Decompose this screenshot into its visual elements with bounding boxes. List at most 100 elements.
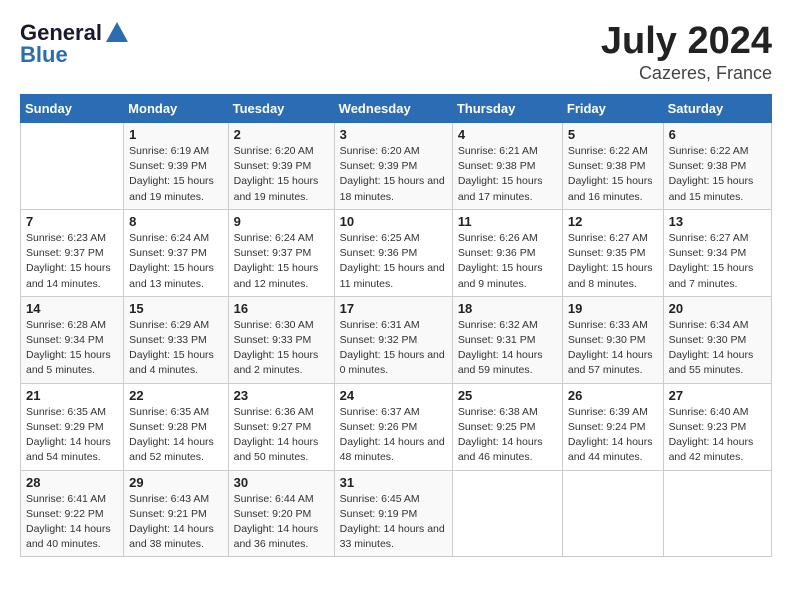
- day-number: 17: [340, 301, 447, 316]
- day-info: Sunrise: 6:33 AMSunset: 9:30 PMDaylight:…: [568, 318, 658, 379]
- day-cell: 16 Sunrise: 6:30 AMSunset: 9:33 PMDayligh…: [228, 296, 334, 383]
- day-number: 24: [340, 388, 447, 403]
- day-cell: [21, 123, 124, 210]
- day-cell: 15Sunrise: 6:29 AMSunset: 9:33 PMDayligh…: [124, 296, 228, 383]
- day-cell: 2 Sunrise: 6:20 AMSunset: 9:39 PMDaylight…: [228, 123, 334, 210]
- header-row: SundayMondayTuesdayWednesdayThursdayFrid…: [21, 95, 772, 123]
- day-info: Sunrise: 6:38 AMSunset: 9:25 PMDaylight:…: [458, 405, 557, 466]
- day-info: Sunrise: 6:24 AMSunset: 9:37 PMDaylight:…: [129, 231, 222, 292]
- header-tuesday: Tuesday: [228, 95, 334, 123]
- day-number: 12: [568, 214, 658, 229]
- day-cell: 21 Sunrise: 6:35 AMSunset: 9:29 PMDayligh…: [21, 383, 124, 470]
- day-info: Sunrise: 6:41 AMSunset: 9:22 PMDaylight:…: [26, 492, 118, 553]
- header-friday: Friday: [562, 95, 663, 123]
- day-info: Sunrise: 6:36 AMSunset: 9:27 PMDaylight:…: [234, 405, 329, 466]
- day-cell: 18 Sunrise: 6:32 AMSunset: 9:31 PMDayligh…: [452, 296, 562, 383]
- day-number: 5: [568, 127, 658, 142]
- day-cell: 26 Sunrise: 6:39 AMSunset: 9:24 PMDayligh…: [562, 383, 663, 470]
- day-cell: 17 Sunrise: 6:31 AMSunset: 9:32 PMDayligh…: [334, 296, 452, 383]
- day-cell: 12 Sunrise: 6:27 AMSunset: 9:35 PMDayligh…: [562, 209, 663, 296]
- day-cell: 30 Sunrise: 6:44 AMSunset: 9:20 PMDayligh…: [228, 470, 334, 557]
- day-number: 16: [234, 301, 329, 316]
- day-info: Sunrise: 6:26 AMSunset: 9:36 PMDaylight:…: [458, 231, 557, 292]
- week-row-2: 14Sunrise: 6:28 AMSunset: 9:34 PMDayligh…: [21, 296, 772, 383]
- day-cell: 14Sunrise: 6:28 AMSunset: 9:34 PMDayligh…: [21, 296, 124, 383]
- day-number: 28: [26, 475, 118, 490]
- day-info: Sunrise: 6:23 AMSunset: 9:37 PMDaylight:…: [26, 231, 118, 292]
- day-number: 10: [340, 214, 447, 229]
- day-cell: 9Sunrise: 6:24 AMSunset: 9:37 PMDaylight…: [228, 209, 334, 296]
- day-number: 25: [458, 388, 557, 403]
- day-info: Sunrise: 6:30 AMSunset: 9:33 PMDaylight:…: [234, 318, 329, 379]
- day-info: Sunrise: 6:28 AMSunset: 9:34 PMDaylight:…: [26, 318, 118, 379]
- day-info: Sunrise: 6:22 AMSunset: 9:38 PMDaylight:…: [568, 144, 658, 205]
- day-number: 26: [568, 388, 658, 403]
- day-number: 11: [458, 214, 557, 229]
- day-number: 31: [340, 475, 447, 490]
- logo-icon: [104, 20, 130, 46]
- day-number: 7: [26, 214, 118, 229]
- day-cell: 11 Sunrise: 6:26 AMSunset: 9:36 PMDayligh…: [452, 209, 562, 296]
- day-cell: [562, 470, 663, 557]
- week-row-3: 21 Sunrise: 6:35 AMSunset: 9:29 PMDayligh…: [21, 383, 772, 470]
- day-number: 22: [129, 388, 222, 403]
- day-info: Sunrise: 6:35 AMSunset: 9:29 PMDaylight:…: [26, 405, 118, 466]
- day-number: 20: [669, 301, 766, 316]
- day-cell: 8 Sunrise: 6:24 AMSunset: 9:37 PMDaylight…: [124, 209, 228, 296]
- day-cell: 20Sunrise: 6:34 AMSunset: 9:30 PMDayligh…: [663, 296, 771, 383]
- day-info: Sunrise: 6:39 AMSunset: 9:24 PMDaylight:…: [568, 405, 658, 466]
- day-number: 18: [458, 301, 557, 316]
- header-wednesday: Wednesday: [334, 95, 452, 123]
- day-info: Sunrise: 6:19 AMSunset: 9:39 PMDaylight:…: [129, 144, 222, 205]
- day-number: 4: [458, 127, 557, 142]
- day-cell: 29Sunrise: 6:43 AMSunset: 9:21 PMDayligh…: [124, 470, 228, 557]
- day-number: 21: [26, 388, 118, 403]
- day-number: 27: [669, 388, 766, 403]
- day-number: 30: [234, 475, 329, 490]
- day-cell: 10 Sunrise: 6:25 AMSunset: 9:36 PMDayligh…: [334, 209, 452, 296]
- day-cell: [663, 470, 771, 557]
- day-number: 19: [568, 301, 658, 316]
- header-saturday: Saturday: [663, 95, 771, 123]
- day-cell: 23Sunrise: 6:36 AMSunset: 9:27 PMDayligh…: [228, 383, 334, 470]
- month-year: July 2024: [601, 20, 772, 63]
- day-info: Sunrise: 6:27 AMSunset: 9:35 PMDaylight:…: [568, 231, 658, 292]
- week-row-0: 1 Sunrise: 6:19 AMSunset: 9:39 PMDaylight…: [21, 123, 772, 210]
- day-number: 6: [669, 127, 766, 142]
- day-cell: 7 Sunrise: 6:23 AMSunset: 9:37 PMDaylight…: [21, 209, 124, 296]
- day-number: 8: [129, 214, 222, 229]
- day-info: Sunrise: 6:20 AMSunset: 9:39 PMDaylight:…: [234, 144, 329, 205]
- day-info: Sunrise: 6:27 AMSunset: 9:34 PMDaylight:…: [669, 231, 766, 292]
- day-cell: 5 Sunrise: 6:22 AMSunset: 9:38 PMDaylight…: [562, 123, 663, 210]
- day-info: Sunrise: 6:44 AMSunset: 9:20 PMDaylight:…: [234, 492, 329, 553]
- day-cell: 31 Sunrise: 6:45 AMSunset: 9:19 PMDayligh…: [334, 470, 452, 557]
- day-cell: 28 Sunrise: 6:41 AMSunset: 9:22 PMDayligh…: [21, 470, 124, 557]
- day-info: Sunrise: 6:25 AMSunset: 9:36 PMDaylight:…: [340, 231, 447, 292]
- day-cell: [452, 470, 562, 557]
- day-info: Sunrise: 6:32 AMSunset: 9:31 PMDaylight:…: [458, 318, 557, 379]
- location: Cazeres, France: [601, 63, 772, 84]
- day-info: Sunrise: 6:21 AMSunset: 9:38 PMDaylight:…: [458, 144, 557, 205]
- week-row-4: 28 Sunrise: 6:41 AMSunset: 9:22 PMDayligh…: [21, 470, 772, 557]
- day-info: Sunrise: 6:22 AMSunset: 9:38 PMDaylight:…: [669, 144, 766, 205]
- title-block: July 2024 Cazeres, France: [601, 20, 772, 84]
- day-cell: 3Sunrise: 6:20 AMSunset: 9:39 PMDaylight…: [334, 123, 452, 210]
- day-number: 2: [234, 127, 329, 142]
- header-monday: Monday: [124, 95, 228, 123]
- day-cell: 1 Sunrise: 6:19 AMSunset: 9:39 PMDaylight…: [124, 123, 228, 210]
- day-info: Sunrise: 6:31 AMSunset: 9:32 PMDaylight:…: [340, 318, 447, 379]
- day-cell: 13 Sunrise: 6:27 AMSunset: 9:34 PMDayligh…: [663, 209, 771, 296]
- day-info: Sunrise: 6:35 AMSunset: 9:28 PMDaylight:…: [129, 405, 222, 466]
- day-number: 13: [669, 214, 766, 229]
- calendar-table: SundayMondayTuesdayWednesdayThursdayFrid…: [20, 94, 772, 557]
- day-cell: 4 Sunrise: 6:21 AMSunset: 9:38 PMDaylight…: [452, 123, 562, 210]
- day-number: 1: [129, 127, 222, 142]
- page-header: General Blue July 2024 Cazeres, France: [20, 20, 772, 84]
- day-cell: 19 Sunrise: 6:33 AMSunset: 9:30 PMDayligh…: [562, 296, 663, 383]
- week-row-1: 7 Sunrise: 6:23 AMSunset: 9:37 PMDaylight…: [21, 209, 772, 296]
- day-info: Sunrise: 6:45 AMSunset: 9:19 PMDaylight:…: [340, 492, 447, 553]
- header-thursday: Thursday: [452, 95, 562, 123]
- day-cell: 22 Sunrise: 6:35 AMSunset: 9:28 PMDayligh…: [124, 383, 228, 470]
- day-info: Sunrise: 6:24 AMSunset: 9:37 PMDaylight:…: [234, 231, 329, 292]
- day-cell: 27Sunrise: 6:40 AMSunset: 9:23 PMDayligh…: [663, 383, 771, 470]
